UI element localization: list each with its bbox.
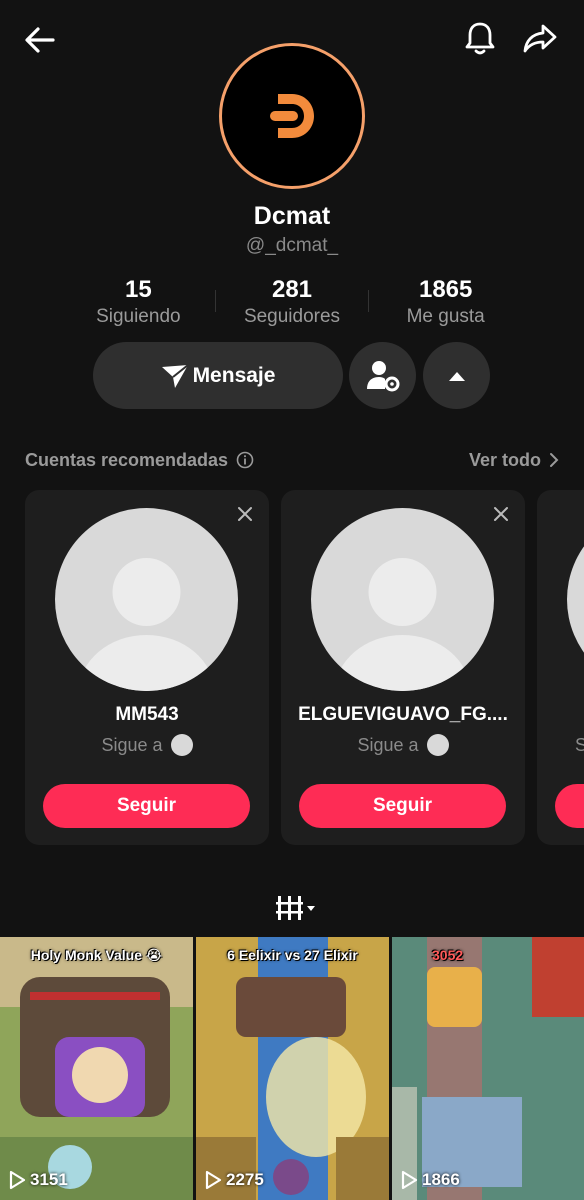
grid-view-toggle[interactable] xyxy=(272,890,322,926)
followed-by: Sigue a xyxy=(281,734,525,756)
recommended-title: Cuentas recomendadas xyxy=(25,449,229,470)
mini-avatar xyxy=(170,734,193,756)
stat-value: 281 xyxy=(271,276,313,303)
chevron-right-icon xyxy=(550,453,559,467)
stat-likes[interactable]: 1865 Me gusta xyxy=(369,276,522,332)
default-avatar-icon xyxy=(55,508,238,691)
recommended-card[interactable]: MM543 Sigue a Seguir xyxy=(25,490,269,845)
stat-following[interactable]: 15 Siguiendo xyxy=(62,276,215,332)
see-all-label: Ver todo xyxy=(468,449,541,470)
video-thumbnail-image xyxy=(392,937,584,1200)
bell-icon[interactable] xyxy=(458,16,502,60)
video-caption: 6 Eelixir vs 27 Elixir xyxy=(227,947,358,963)
message-button-label: Mensaje xyxy=(192,363,276,387)
account-name: ELGUEVIGUAVO_FG.... xyxy=(298,704,508,725)
avatar[interactable] xyxy=(219,43,365,189)
recommended-card[interactable]: ELGUEVIGUAVO_FG.... Sigue a Seguir xyxy=(281,490,525,845)
stat-value: 1865 xyxy=(418,276,473,303)
stat-label: Seguidores xyxy=(243,306,341,327)
user-settings-button[interactable] xyxy=(349,342,416,409)
default-avatar-icon xyxy=(311,508,494,691)
follow-button[interactable]: Seguir xyxy=(299,784,506,828)
video-caption: 3052 xyxy=(432,947,464,963)
video-caption: Holy Monk Value 😭 xyxy=(30,947,163,963)
followed-by: Sigue a xyxy=(25,734,269,756)
video-thumbnail[interactable]: Holy Monk Value 😭 3151 xyxy=(0,937,193,1200)
view-count-value: 3151 xyxy=(30,1170,68,1189)
message-button[interactable]: Mensaje xyxy=(93,342,343,409)
recommended-header: Cuentas recomendadas Ver todo xyxy=(25,448,559,472)
view-count: 1866 xyxy=(400,1170,460,1190)
info-icon[interactable] xyxy=(236,451,254,469)
stat-label: Me gusta xyxy=(406,306,485,327)
back-arrow-icon[interactable] xyxy=(18,18,62,62)
stat-label: Siguiendo xyxy=(96,306,181,327)
profile-name: Dcmat xyxy=(253,202,331,230)
grid-icon xyxy=(276,896,315,920)
profile-handle: @_dcmat_ xyxy=(245,235,339,256)
followed-by-label: Si xyxy=(575,735,584,755)
view-count: 2275 xyxy=(204,1170,264,1190)
recommended-title-wrap: Cuentas recomendadas xyxy=(25,450,254,471)
view-count: 3151 xyxy=(8,1170,68,1190)
caret-up-icon xyxy=(448,371,465,381)
followed-by-label: Sigue a xyxy=(357,734,419,755)
close-icon[interactable] xyxy=(235,504,255,524)
video-thumbnail[interactable]: 6 Eelixir vs 27 Elixir 2275 xyxy=(196,937,389,1200)
stat-value: 15 xyxy=(124,276,152,303)
stats-row: 15 Siguiendo 281 Seguidores 1865 Me gust… xyxy=(62,276,522,332)
view-count-value: 1866 xyxy=(422,1170,460,1189)
mini-avatar xyxy=(426,734,449,756)
view-count-value: 2275 xyxy=(226,1170,264,1189)
video-thumbnail[interactable]: 3052 1866 xyxy=(392,937,584,1200)
close-icon[interactable] xyxy=(491,504,511,524)
send-icon xyxy=(161,363,189,388)
share-icon[interactable] xyxy=(518,16,562,60)
follow-button[interactable]: Seguir xyxy=(43,784,250,828)
video-thumbnail-image xyxy=(196,937,389,1200)
user-gear-icon xyxy=(366,360,399,391)
default-avatar-icon xyxy=(567,508,584,691)
see-all-link[interactable]: Ver todo xyxy=(469,450,559,471)
account-name: MM543 xyxy=(115,704,179,725)
expand-button[interactable] xyxy=(423,342,490,409)
logo-icon xyxy=(228,52,356,180)
followed-by-label: Sigue a xyxy=(101,734,163,755)
play-icon xyxy=(401,1170,418,1190)
stat-followers[interactable]: 281 Seguidores xyxy=(216,276,369,332)
follow-button[interactable] xyxy=(555,784,584,828)
recommended-card-partial[interactable]: Si xyxy=(537,490,584,845)
video-thumbnail-image xyxy=(0,937,193,1200)
play-icon xyxy=(9,1170,26,1190)
play-icon xyxy=(205,1170,222,1190)
